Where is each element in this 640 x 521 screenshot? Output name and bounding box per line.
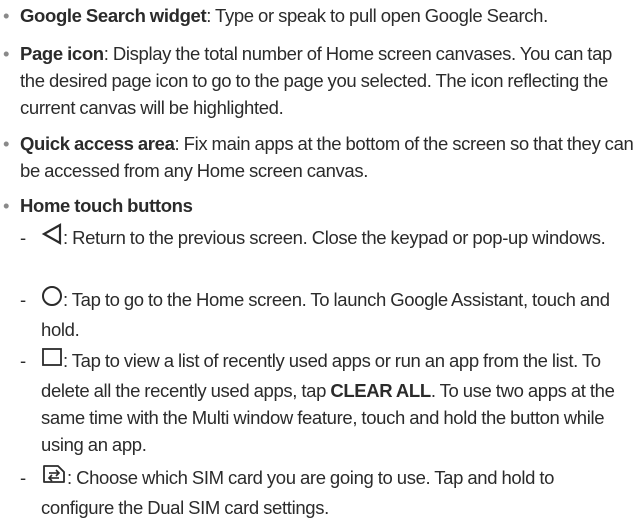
list-item: • Home touch buttons	[0, 192, 620, 219]
term-home-touch-buttons: Home touch buttons	[20, 195, 193, 216]
back-icon	[41, 222, 63, 252]
bullet: •	[3, 5, 10, 26]
list-item: • Page icon: Display the total number of…	[0, 40, 620, 121]
item-description: : Choose which SIM card you are going to…	[41, 467, 555, 518]
item-description: : Type or speak to pull open Google Sear…	[206, 5, 548, 26]
term-google-search-widget: Google Search widget	[20, 5, 207, 26]
list-item: • Google Search widget: Type or speak to…	[0, 2, 640, 29]
bullet: •	[3, 195, 10, 216]
dash: -	[20, 467, 26, 488]
item-description: : Return to the previous screen. Close t…	[63, 227, 606, 248]
sim-switch-icon	[41, 463, 67, 492]
list-item: • Quick access area: Fix main apps at th…	[0, 130, 640, 184]
touch-button-item-home: - : Tap to go to the Home screen. To lau…	[0, 285, 621, 343]
home-icon	[41, 285, 63, 314]
bullet: •	[3, 133, 10, 154]
item-description: : Display the total number of Home scree…	[20, 43, 612, 118]
recent-apps-icon	[41, 346, 63, 375]
item-description: : Tap to go to the Home screen. To launc…	[41, 289, 610, 340]
term-page-icon: Page icon	[20, 43, 104, 64]
touch-button-item-back: - : Return to the previous screen. Close…	[0, 222, 621, 254]
dash: -	[20, 350, 26, 371]
touch-button-item-sim: - : Choose which SIM card you are going …	[0, 464, 621, 521]
touch-button-item-recent: - : Tap to view a list of recently used …	[0, 347, 621, 458]
dash: -	[20, 289, 26, 310]
term-quick-access-area: Quick access area	[20, 133, 175, 154]
bullet: •	[3, 43, 10, 64]
clear-all-label: CLEAR ALL	[330, 379, 431, 401]
dash: -	[20, 227, 26, 248]
